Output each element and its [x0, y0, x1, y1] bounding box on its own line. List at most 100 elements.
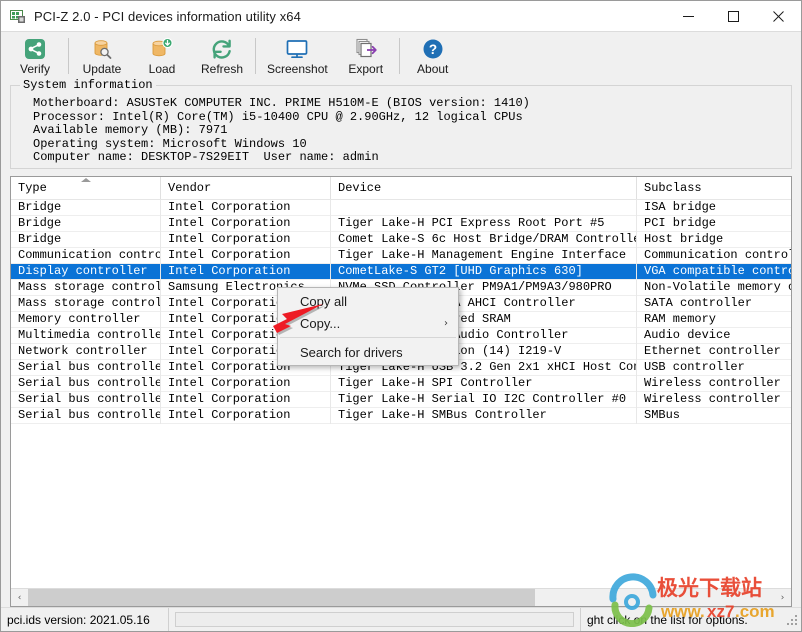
verify-label: Verify: [20, 62, 50, 76]
table-cell-type: Bridge: [11, 216, 161, 232]
table-cell-vendor: Intel Corporation: [161, 392, 331, 408]
column-header-subclass[interactable]: Subclass: [637, 177, 791, 199]
device-list-body[interactable]: BridgeIntel CorporationISA bridgeBridgeI…: [11, 200, 791, 588]
toolbar-separator: [68, 38, 69, 74]
table-row[interactable]: BridgeIntel CorporationTiger Lake-H PCI …: [11, 216, 791, 232]
export-button[interactable]: Export: [336, 32, 396, 80]
table-cell-subclass: PCI bridge: [637, 216, 791, 232]
minimize-button[interactable]: [666, 1, 711, 31]
table-cell-type: Network controller: [11, 344, 161, 360]
table-row[interactable]: Serial bus controllerIntel CorporationTi…: [11, 408, 791, 424]
menu-item-label: Copy all: [300, 294, 347, 309]
table-cell-device: Comet Lake-S 6c Host Bridge/DRAM Control…: [331, 232, 637, 248]
context-menu[interactable]: Copy all Copy... › Search for drivers: [277, 287, 459, 366]
table-cell-subclass: SATA controller: [637, 296, 791, 312]
table-cell-subclass: Ethernet controller: [637, 344, 791, 360]
table-cell-vendor: Intel Corporation: [161, 376, 331, 392]
system-information-legend: System information: [20, 78, 156, 92]
scrollbar-thumb[interactable]: [28, 589, 535, 606]
table-cell-type: Serial bus controller: [11, 376, 161, 392]
table-cell-type: Mass storage controller: [11, 296, 161, 312]
database-download-icon: [150, 37, 174, 61]
column-header-type[interactable]: Type: [11, 177, 161, 199]
progress-bar: [175, 612, 574, 627]
menu-item-copy[interactable]: Copy... ›: [278, 312, 458, 334]
window-title: PCI-Z 2.0 - PCI devices information util…: [34, 9, 301, 24]
chevron-right-icon: ›: [444, 318, 448, 329]
table-row[interactable]: Communication controllerIntel Corporatio…: [11, 248, 791, 264]
table-cell-subclass: RAM memory: [637, 312, 791, 328]
window-controls: [666, 1, 801, 31]
menu-separator: [280, 337, 456, 338]
menu-item-copy-all[interactable]: Copy all: [278, 290, 458, 312]
toolbar-separator-3: [399, 38, 400, 74]
menu-item-label: Copy...: [300, 316, 340, 331]
database-search-icon: [90, 37, 114, 61]
table-cell-type: Bridge: [11, 200, 161, 216]
table-cell-vendor: Intel Corporation: [161, 216, 331, 232]
status-pci-ids-version: pci.ids version: 2021.05.16: [1, 608, 169, 631]
update-label: Update: [83, 62, 122, 76]
refresh-circular-arrow-icon: [210, 37, 234, 61]
table-cell-vendor: Intel Corporation: [161, 232, 331, 248]
close-button[interactable]: [756, 1, 801, 31]
share-green-icon: [23, 37, 47, 61]
table-cell-type: Bridge: [11, 232, 161, 248]
table-cell-subclass: Non-Volatile memory controller: [637, 280, 791, 296]
device-list: Type Vendor Device Subclass BridgeIntel …: [10, 176, 792, 607]
column-header-device[interactable]: Device: [331, 177, 637, 199]
screenshot-label: Screenshot: [267, 62, 328, 76]
table-row[interactable]: BridgeIntel Corporation ISA bridge: [11, 200, 791, 216]
scrollbar-track[interactable]: [28, 589, 774, 606]
table-row[interactable]: Display controllerIntel CorporationComet…: [11, 264, 791, 280]
table-cell-vendor: Intel Corporation: [161, 248, 331, 264]
table-cell-subclass: ISA bridge: [637, 200, 791, 216]
table-cell-device: Tiger Lake-H Serial IO I2C Controller #0: [331, 392, 637, 408]
table-cell-subclass: Wireless controller: [637, 392, 791, 408]
export-label: Export: [348, 62, 383, 76]
status-hint: ght click on the list for options.: [581, 608, 785, 631]
verify-button[interactable]: Verify: [5, 32, 65, 80]
table-row[interactable]: Serial bus controllerIntel CorporationTi…: [11, 376, 791, 392]
column-header-subclass-label: Subclass: [644, 181, 702, 195]
refresh-button[interactable]: Refresh: [192, 32, 252, 80]
horizontal-scrollbar[interactable]: ‹ ›: [11, 588, 791, 606]
status-progress-pane: [169, 608, 581, 631]
table-cell-type: Memory controller: [11, 312, 161, 328]
screenshot-button[interactable]: Screenshot: [259, 32, 336, 80]
about-label: About: [417, 62, 448, 76]
question-mark-circle-icon: ?: [421, 37, 445, 61]
table-cell-vendor: Intel Corporation: [161, 200, 331, 216]
system-information-group: System information Motherboard: ASUSTeK …: [10, 85, 792, 169]
table-cell-device: Tiger Lake-H PCI Express Root Port #5: [331, 216, 637, 232]
load-label: Load: [149, 62, 176, 76]
maximize-button[interactable]: [711, 1, 756, 31]
column-header-vendor-label: Vendor: [168, 181, 211, 195]
menu-item-search-for-drivers[interactable]: Search for drivers: [278, 341, 458, 363]
table-cell-subclass: Audio device: [637, 328, 791, 344]
table-row[interactable]: Serial bus controllerIntel CorporationTi…: [11, 392, 791, 408]
resize-grip-icon[interactable]: [785, 613, 799, 627]
table-cell-device: Tiger Lake-H Management Engine Interface: [331, 248, 637, 264]
scroll-right-arrow-icon[interactable]: ›: [774, 589, 791, 606]
table-cell-type: Multimedia controller: [11, 328, 161, 344]
column-header-vendor[interactable]: Vendor: [161, 177, 331, 199]
table-cell-subclass: Host bridge: [637, 232, 791, 248]
device-list-header: Type Vendor Device Subclass: [11, 177, 791, 200]
table-cell-type: Communication controller: [11, 248, 161, 264]
column-header-device-label: Device: [338, 181, 381, 195]
application-window: PCI-Z 2.0 - PCI devices information util…: [0, 0, 802, 632]
table-cell-vendor: Intel Corporation: [161, 408, 331, 424]
load-button[interactable]: Load: [132, 32, 192, 80]
table-cell-device: CometLake-S GT2 [UHD Graphics 630]: [331, 264, 637, 280]
title-bar: PCI-Z 2.0 - PCI devices information util…: [1, 1, 801, 32]
column-header-type-label: Type: [18, 181, 47, 195]
sort-ascending-icon: [81, 178, 91, 182]
table-cell-type: Display controller: [11, 264, 161, 280]
table-row[interactable]: BridgeIntel CorporationComet Lake-S 6c H…: [11, 232, 791, 248]
update-button[interactable]: Update: [72, 32, 132, 80]
table-cell-device: [331, 200, 637, 216]
monitor-icon: [285, 37, 309, 61]
about-button[interactable]: ? About: [403, 32, 463, 80]
scroll-left-arrow-icon[interactable]: ‹: [11, 589, 28, 606]
